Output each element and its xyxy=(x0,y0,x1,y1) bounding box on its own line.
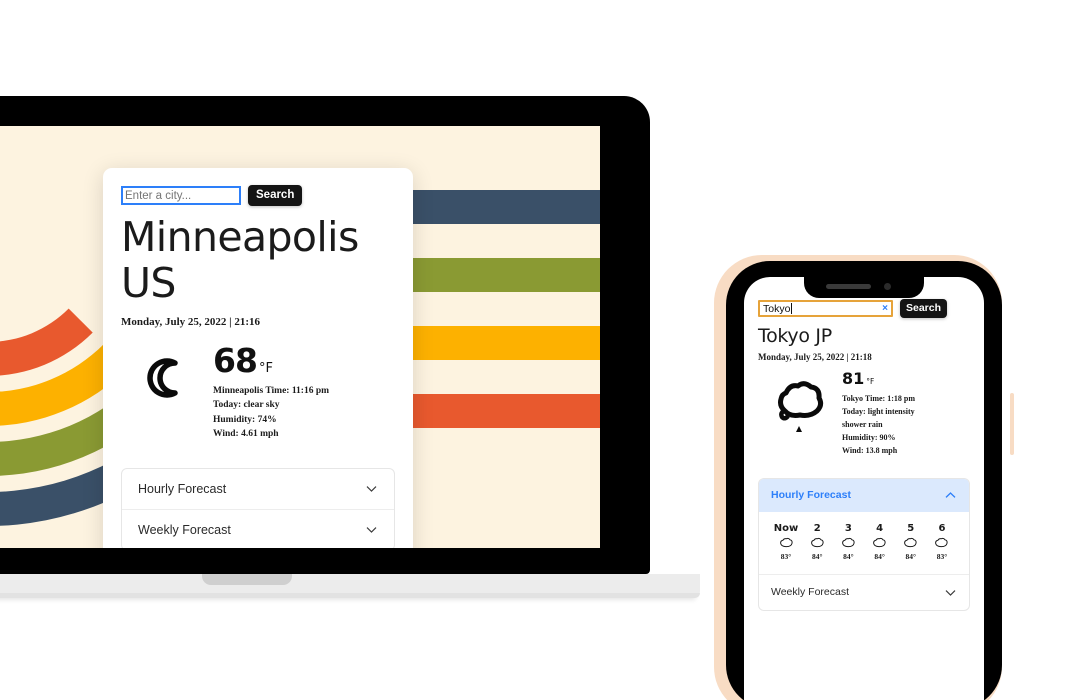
crescent-moon-icon xyxy=(121,344,213,400)
phone-forecast-accordion: Hourly Forecast Now 83° 2 84° 3 84° 4 84… xyxy=(758,477,970,611)
accordion-weekly-label: Weekly Forecast xyxy=(138,522,231,537)
hourly-temp: 83° xyxy=(936,551,948,561)
accordion-weekly-forecast[interactable]: Weekly Forecast xyxy=(122,508,394,548)
phone-silent-switch[interactable] xyxy=(714,333,718,355)
chevron-up-icon xyxy=(944,489,957,502)
current-conditions: 68 °F Minneapolis Time: 11:16 pm Today: c… xyxy=(121,344,395,442)
phone-accordion-hourly-label: Hourly Forecast xyxy=(771,489,851,502)
laptop-base xyxy=(0,574,700,598)
phone-temperature-block: 81 °F xyxy=(842,371,930,389)
chevron-down-icon xyxy=(365,523,378,536)
hourly-time: 5 xyxy=(907,522,915,534)
phone-detail-local-time: Tokyo Time: 1:18 pm xyxy=(842,394,915,403)
phone-city-title: Tokyo JP xyxy=(758,325,832,347)
phone-temperature-unit: °F xyxy=(866,377,875,386)
detail-local-time: Minneapolis Time: 11:16 pm xyxy=(213,385,330,396)
phone-search-bar: Tokyo × Search xyxy=(758,299,970,318)
hourly-forecast-row: Now 83° 2 84° 3 84° 4 84° 5 84° 6 83° xyxy=(759,512,969,575)
phone-volume-up-button[interactable] xyxy=(714,377,718,415)
current-readout: 68 °F Minneapolis Time: 11:16 pm Today: c… xyxy=(213,344,329,442)
temperature-unit: °F xyxy=(258,360,273,376)
hourly-entry: 4 84° xyxy=(865,523,895,561)
laptop-bezel: Search Minneapolis US Monday, July 25, 2… xyxy=(0,96,650,574)
cloud-icon xyxy=(802,537,832,550)
phone-detail-humidity: Humidity: 90% xyxy=(842,432,896,442)
phone-current-readout: 81 °F Tokyo Time: 1:18 pm Today: light in… xyxy=(842,371,930,458)
hourly-time: 4 xyxy=(876,522,884,534)
hourly-entry: 2 84° xyxy=(802,523,832,561)
date-time: Monday, July 25, 2022 | 21:16 xyxy=(121,315,261,328)
hourly-temp: 84° xyxy=(843,551,854,561)
laptop-hinge-notch xyxy=(202,574,292,585)
mockup-stage: Search Minneapolis US Monday, July 25, 2… xyxy=(0,0,1080,700)
detail-condition: Today: clear sky xyxy=(213,400,280,411)
weather-card: Search Minneapolis US Monday, July 25, 2… xyxy=(103,168,413,548)
phone-accordion-weekly-label: Weekly Forecast xyxy=(771,586,849,599)
search-bar: Search xyxy=(121,185,395,206)
phone-search-button[interactable]: Search xyxy=(900,299,948,318)
clear-input-icon[interactable]: × xyxy=(882,303,888,314)
phone-mockup: Tokyo × Search Tokyo JP Monday, July 25,… xyxy=(708,255,1014,700)
hourly-time: 2 xyxy=(813,522,821,534)
chevron-down-icon xyxy=(944,586,957,599)
hourly-time: 3 xyxy=(844,522,852,534)
phone-volume-down-button[interactable] xyxy=(714,427,718,465)
phone-accordion-weekly-forecast[interactable]: Weekly Forecast xyxy=(759,575,969,610)
hourly-entry: 6 83° xyxy=(927,523,957,561)
phone-detail-list: Tokyo Time: 1:18 pm Today: light intensi… xyxy=(842,393,930,458)
city-title: Minneapolis US xyxy=(121,213,359,307)
hourly-entry: 5 84° xyxy=(896,523,926,561)
search-input[interactable] xyxy=(121,186,241,205)
phone-front-camera-icon xyxy=(884,283,891,290)
phone-screen: Tokyo × Search Tokyo JP Monday, July 25,… xyxy=(744,277,984,700)
shower-rain-icon xyxy=(758,371,842,437)
phone-power-button[interactable] xyxy=(1010,393,1014,455)
phone-outer-edge: Tokyo × Search Tokyo JP Monday, July 25,… xyxy=(714,255,1014,700)
chevron-down-icon xyxy=(365,482,378,495)
temperature-block: 68 °F xyxy=(213,344,329,377)
accordion-hourly-label: Hourly Forecast xyxy=(138,481,227,496)
hourly-temp: 84° xyxy=(905,551,917,561)
phone-notch xyxy=(804,277,924,298)
laptop-mockup: Search Minneapolis US Monday, July 25, 2… xyxy=(0,96,700,598)
phone-search-input[interactable]: Tokyo × xyxy=(758,300,893,317)
text-caret xyxy=(791,303,793,314)
phone-app: Tokyo × Search Tokyo JP Monday, July 25,… xyxy=(744,277,984,611)
hourly-entry: Now 83° xyxy=(771,523,801,561)
search-button[interactable]: Search xyxy=(248,185,303,206)
hourly-temp: 84° xyxy=(874,551,885,561)
temperature-value: 68 xyxy=(213,340,258,380)
detail-list: Minneapolis Time: 11:16 pm Today: clear … xyxy=(213,384,329,442)
accordion-hourly-forecast[interactable]: Hourly Forecast xyxy=(122,469,394,509)
phone-date-time: Monday, July 25, 2022 | 21:18 xyxy=(758,352,872,362)
cloud-icon xyxy=(771,537,801,550)
hourly-entry: 3 84° xyxy=(833,523,863,561)
phone-accordion-hourly-forecast[interactable]: Hourly Forecast xyxy=(759,478,969,512)
phone-search-value: Tokyo xyxy=(763,302,791,315)
cloud-icon xyxy=(896,537,926,550)
forecast-accordion: Hourly Forecast Weekly Forecast xyxy=(121,467,395,548)
cloud-icon xyxy=(927,537,957,550)
cloud-icon xyxy=(833,537,863,550)
phone-speaker xyxy=(826,284,871,289)
phone-temperature-value: 81 xyxy=(842,369,865,388)
hourly-temp: 83° xyxy=(780,551,792,561)
phone-detail-condition: Today: light intensity shower rain xyxy=(842,406,915,429)
hourly-time: Now xyxy=(773,522,799,534)
laptop-screen: Search Minneapolis US Monday, July 25, 2… xyxy=(0,126,600,548)
phone-current-conditions: 81 °F Tokyo Time: 1:18 pm Today: light in… xyxy=(758,371,970,458)
cloud-icon xyxy=(865,537,895,550)
hourly-time: 6 xyxy=(938,522,946,534)
detail-wind: Wind: 4.61 mph xyxy=(213,429,279,440)
detail-humidity: Humidity: 74% xyxy=(213,414,277,425)
hourly-temp: 84° xyxy=(811,551,823,561)
phone-detail-wind: Wind: 13.8 mph xyxy=(842,445,898,455)
